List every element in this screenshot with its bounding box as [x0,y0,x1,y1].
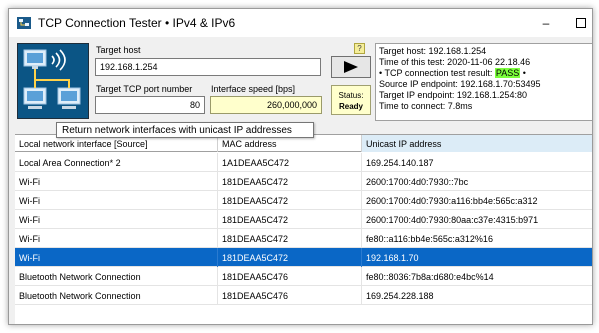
mac-cell: 181DEAA5C472 [218,172,362,191]
unicast-ip-cell: 169.254.140.187 [362,153,592,172]
column-header-unicast-ip[interactable]: Unicast IP address [362,135,592,152]
port-label: Target TCP port number [96,84,193,94]
interface-cell: Local Area Connection* 2 [15,153,218,172]
target-host-input[interactable]: 192.168.1.254 [95,58,321,76]
table-row[interactable]: Bluetooth Network Connection 181DEAA5C476… [15,267,592,286]
interface-cell: Wi-Fi [15,191,218,210]
interface-cell: Wi-Fi [15,248,218,267]
table-row[interactable]: Wi-Fi 181DEAA5C472 2600:1700:4d0:7930:80aa… [15,210,592,229]
result-time: Time of this test: 2020-11-06 22.18.46 [379,57,531,67]
speed-field: 260,000,000 [210,96,322,114]
run-test-button[interactable] [331,56,371,78]
interface-cell: Wi-Fi [15,172,218,191]
unicast-ip-cell: 169.254.228.188 [362,286,592,305]
status-label: Status: [338,91,364,100]
tooltip: Return network interfaces with unicast I… [56,122,314,138]
unicast-ip-cell: 192.168.1.70 [362,248,592,267]
interface-cell: Wi-Fi [15,210,218,229]
table-row[interactable]: Local Area Connection* 2 1A1DEAA5C472 169.… [15,153,592,172]
app-icon [17,17,31,29]
unicast-ip-cell: fe80::a116:bb4e:565c:a312%16 [362,229,592,248]
unicast-ip-cell: 2600:1700:4d0:7930::7bc [362,172,592,191]
mac-cell: 181DEAA5C476 [218,286,362,305]
result-summary-prefix: • TCP connection test result: [379,68,495,78]
port-input[interactable]: 80 [95,96,205,114]
unicast-ip-cell: 2600:1700:4d0:7930:a116:bb4e:565c:a312 [362,191,592,210]
table-row[interactable]: Bluetooth Network Connection 181DEAA5C476… [15,286,592,305]
table-row[interactable]: Wi-Fi 181DEAA5C472 fe80::a116:bb4e:565c:a3… [15,229,592,248]
result-target-endpoint: Target IP endpoint: 192.168.1.254:80 [379,90,527,100]
maximize-button[interactable] [564,9,592,37]
result-target-host: Target host: 192.168.1.254 [379,46,487,56]
mac-cell: 181DEAA5C472 [218,248,362,267]
table-row[interactable]: Wi-Fi 181DEAA5C472 2600:1700:4d0:7930:a116… [15,191,592,210]
window-title: TCP Connection Tester • IPv4 & IPv6 [38,16,236,30]
speed-label: Interface speed [bps] [211,84,296,94]
result-summary: • TCP connection test result: PASS • [379,68,590,79]
test-results-panel: Target host: 192.168.1.254 Time of this … [375,43,592,121]
result-summary-suffix: • [520,68,526,78]
table-row[interactable]: Wi-Fi 181DEAA5C472 192.168.1.70 [15,248,592,267]
pass-badge: PASS [494,68,521,78]
unicast-ip-cell: 2600:1700:4d0:7930:80aa:c37e:4315:b971 [362,210,592,229]
target-host-label: Target host [96,45,141,55]
mac-cell: 181DEAA5C472 [218,191,362,210]
unicast-ip-cell: fe80::8036:7b8a:d680:e4bc%14 [362,267,592,286]
mac-cell: 181DEAA5C472 [218,210,362,229]
result-time-to-connect: Time to connect: 7.8ms [379,101,473,111]
network-illustration-icon [17,43,89,119]
mac-cell: 1A1DEAA5C472 [218,153,362,172]
help-icon[interactable]: ? [354,43,365,54]
status-box: Status: Ready [331,85,371,115]
status-value: Ready [338,102,363,111]
minimize-button[interactable]: – [529,9,563,37]
app-window: TCP Connection Tester • IPv4 & IPv6 – Ta… [8,8,593,325]
interface-cell: Bluetooth Network Connection [15,286,218,305]
result-source-endpoint: Source IP endpoint: 192.168.1.70:53495 [379,79,541,89]
mac-cell: 181DEAA5C472 [218,229,362,248]
title-bar: TCP Connection Tester • IPv4 & IPv6 – [9,9,592,37]
maximize-icon [576,18,586,28]
mac-cell: 181DEAA5C476 [218,267,362,286]
interface-cell: Wi-Fi [15,229,218,248]
table-row[interactable]: Wi-Fi 181DEAA5C472 2600:1700:4d0:7930::7bc [15,172,592,191]
play-icon [344,61,358,73]
interfaces-table[interactable]: Local network interface [Source] MAC add… [15,134,592,324]
interface-cell: Bluetooth Network Connection [15,267,218,286]
